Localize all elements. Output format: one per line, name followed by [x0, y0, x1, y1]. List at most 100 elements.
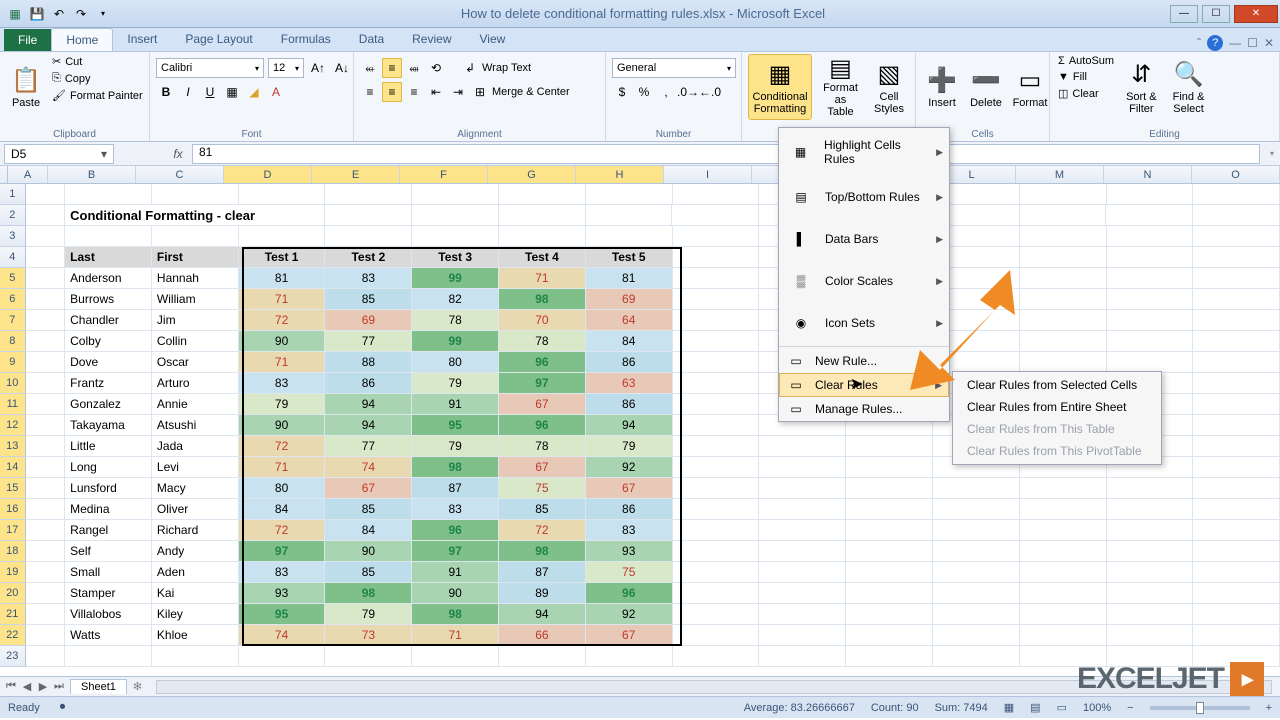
cell[interactable] — [1107, 184, 1194, 205]
cell[interactable] — [1020, 541, 1107, 562]
cell[interactable]: 75 — [586, 562, 673, 583]
cell[interactable]: 83 — [412, 499, 499, 520]
cell[interactable] — [586, 646, 673, 667]
cell[interactable]: 93 — [586, 541, 673, 562]
row-header[interactable]: 14 — [0, 457, 26, 478]
cell[interactable] — [1020, 583, 1107, 604]
col-header[interactable]: E — [312, 166, 400, 183]
cell[interactable] — [26, 478, 66, 499]
cell[interactable]: 75 — [499, 478, 586, 499]
cell[interactable]: 84 — [586, 331, 673, 352]
cell[interactable] — [325, 205, 412, 226]
tab-insert[interactable]: Insert — [113, 28, 171, 51]
cell[interactable] — [1020, 625, 1107, 646]
cell[interactable]: 96 — [412, 520, 499, 541]
cell[interactable]: Stamper — [65, 583, 152, 604]
row-header[interactable]: 12 — [0, 415, 26, 436]
cell[interactable] — [673, 373, 760, 394]
align-middle-icon[interactable]: ≡ — [382, 58, 402, 78]
cell[interactable]: Test 2 — [325, 247, 412, 268]
col-header[interactable]: A — [8, 166, 48, 183]
inc-decimal-icon[interactable]: .0→ — [678, 82, 698, 102]
cell[interactable]: Small — [65, 562, 152, 583]
cell[interactable]: 67 — [325, 478, 412, 499]
cell[interactable]: 98 — [499, 541, 586, 562]
cf-menu-item[interactable]: ▌Data Bars▶ — [779, 218, 949, 260]
cell[interactable]: 64 — [586, 310, 673, 331]
cell[interactable]: 78 — [499, 331, 586, 352]
cell[interactable] — [759, 499, 846, 520]
col-header[interactable]: O — [1192, 166, 1280, 183]
cell[interactable]: 85 — [499, 499, 586, 520]
cell[interactable] — [239, 226, 326, 247]
cell[interactable] — [933, 562, 1020, 583]
cell[interactable] — [1193, 394, 1280, 415]
fx-icon[interactable]: fx — [168, 147, 188, 161]
currency-icon[interactable]: $ — [612, 82, 632, 102]
cell[interactable]: Rangel — [65, 520, 152, 541]
cell[interactable] — [933, 646, 1020, 667]
cell[interactable] — [1106, 205, 1193, 226]
close-button[interactable]: ✕ — [1234, 5, 1278, 23]
workbook-min-icon[interactable]: — — [1229, 36, 1241, 50]
cell[interactable] — [1193, 331, 1280, 352]
cell[interactable]: Medina — [65, 499, 152, 520]
cell[interactable] — [1193, 184, 1280, 205]
cell[interactable]: 99 — [412, 268, 499, 289]
cell[interactable]: 84 — [325, 520, 412, 541]
zoom-level[interactable]: 100% — [1083, 702, 1111, 714]
cell[interactable]: 92 — [586, 457, 673, 478]
cell[interactable] — [1020, 226, 1107, 247]
cell[interactable] — [759, 436, 846, 457]
col-header[interactable]: G — [488, 166, 576, 183]
clear-entire-sheet-item[interactable]: Clear Rules from Entire Sheet — [955, 396, 1159, 418]
cell[interactable] — [1107, 289, 1194, 310]
col-header[interactable]: N — [1104, 166, 1192, 183]
cell[interactable]: 79 — [239, 394, 326, 415]
cell[interactable] — [933, 625, 1020, 646]
view-break-icon[interactable]: ▭ — [1057, 701, 1067, 714]
cell[interactable]: Hannah — [152, 268, 239, 289]
cell[interactable] — [26, 436, 66, 457]
cell[interactable]: 90 — [325, 541, 412, 562]
align-left-icon[interactable]: ≡ — [360, 82, 380, 102]
cell[interactable] — [412, 226, 499, 247]
cell[interactable] — [26, 352, 66, 373]
tab-formulas[interactable]: Formulas — [267, 28, 345, 51]
cell[interactable] — [26, 625, 66, 646]
cell[interactable] — [1107, 499, 1194, 520]
cell[interactable]: Collin — [152, 331, 239, 352]
paste-button[interactable]: 📋 Paste — [6, 54, 46, 120]
cell[interactable] — [759, 478, 846, 499]
merge-center-button[interactable]: Merge & Center — [492, 86, 570, 98]
cell[interactable]: 79 — [586, 436, 673, 457]
cell[interactable] — [1107, 310, 1194, 331]
italic-button[interactable]: I — [178, 82, 198, 102]
view-layout-icon[interactable]: ▤ — [1030, 701, 1040, 714]
cell[interactable] — [673, 184, 760, 205]
tab-view[interactable]: View — [466, 28, 520, 51]
cell[interactable]: 78 — [499, 436, 586, 457]
cell[interactable]: Atsushi — [152, 415, 239, 436]
tab-page-layout[interactable]: Page Layout — [171, 28, 266, 51]
cell[interactable] — [152, 646, 239, 667]
row-header[interactable]: 23 — [0, 646, 26, 667]
cell[interactable] — [1193, 415, 1280, 436]
cell[interactable] — [26, 289, 66, 310]
cell[interactable] — [1193, 268, 1280, 289]
cell[interactable] — [325, 226, 412, 247]
macro-record-icon[interactable]: ⏺ — [60, 701, 66, 714]
cell[interactable] — [1020, 205, 1107, 226]
cell[interactable] — [1193, 289, 1280, 310]
cell[interactable]: 94 — [325, 415, 412, 436]
cell[interactable]: William — [152, 289, 239, 310]
cell[interactable]: 93 — [239, 583, 326, 604]
row-header[interactable]: 17 — [0, 520, 26, 541]
cell[interactable] — [1193, 604, 1280, 625]
align-center-icon[interactable]: ≡ — [382, 82, 402, 102]
cell[interactable]: 72 — [239, 310, 326, 331]
cell[interactable] — [673, 562, 760, 583]
cell[interactable]: 69 — [586, 289, 673, 310]
percent-icon[interactable]: % — [634, 82, 654, 102]
cell[interactable]: Watts — [65, 625, 152, 646]
